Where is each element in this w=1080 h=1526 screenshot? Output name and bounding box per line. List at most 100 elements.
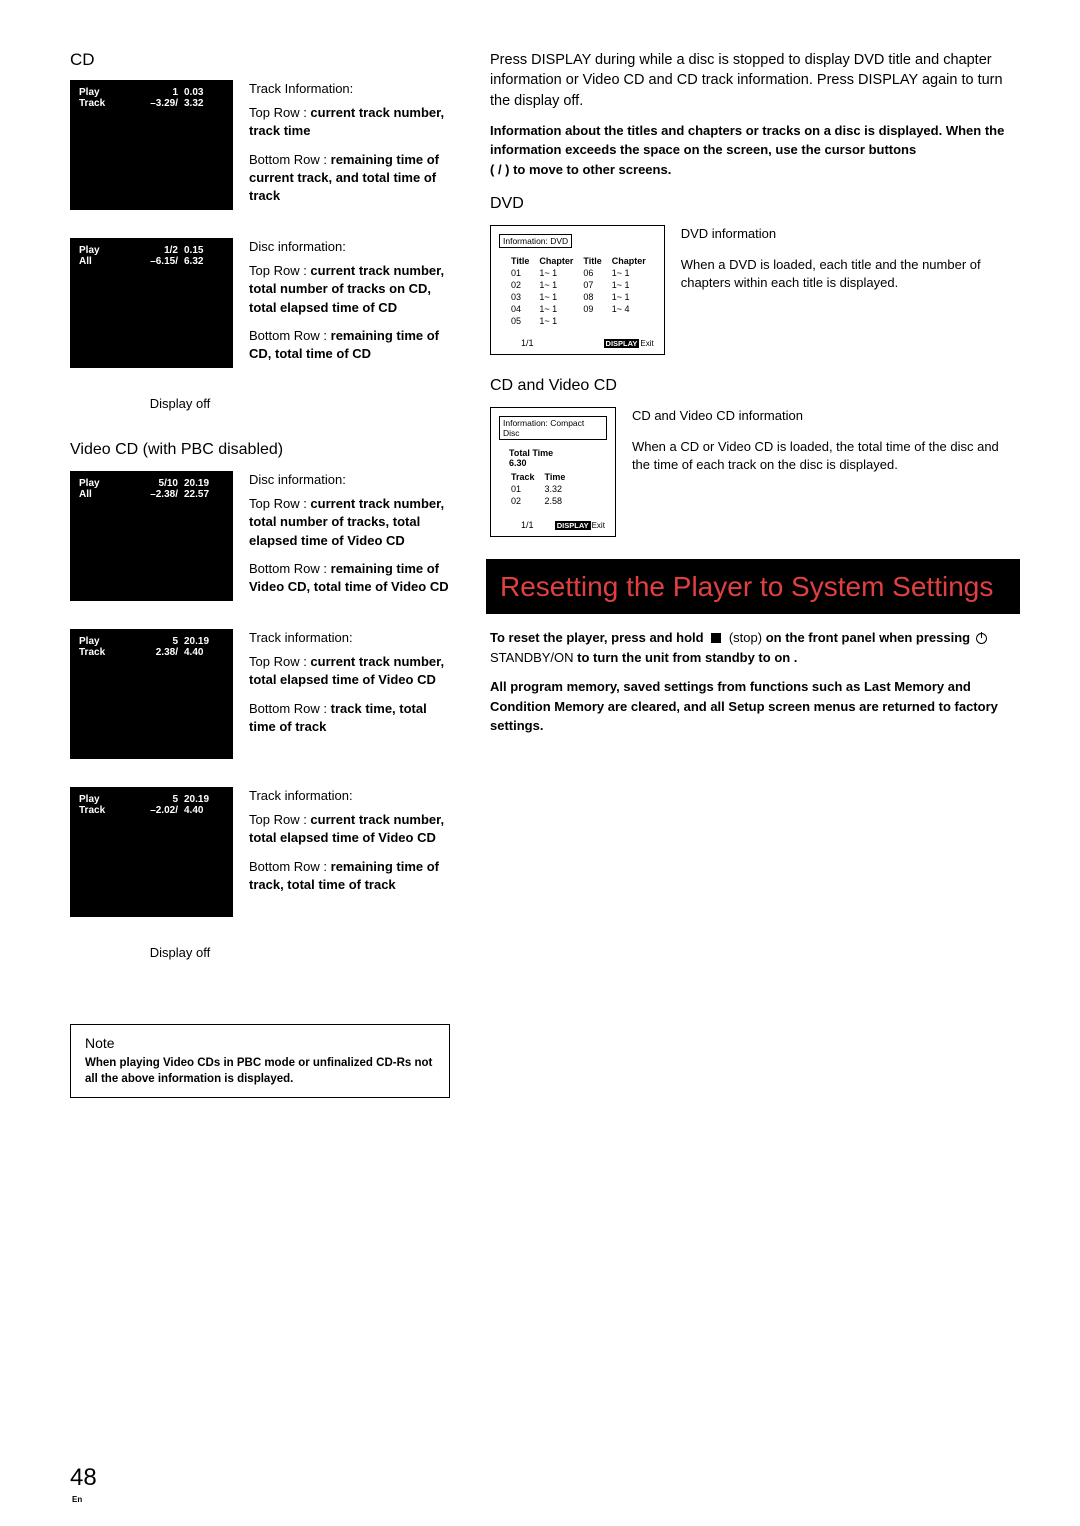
td: 05 (511, 316, 537, 326)
desc-label: Bottom Row : (249, 701, 331, 716)
reset-paragraph-1: To reset the player, press and hold (sto… (490, 628, 1020, 667)
cd-info-box: Information: Compact Disc Total Time 6.3… (490, 407, 616, 537)
desc-text: When a CD or Video CD is loaded, the tot… (632, 438, 1020, 474)
lcd-label: Track (79, 805, 129, 816)
display-off-1: Display off (130, 396, 230, 411)
lcd-vcd-disc: Play5/1020.19 All–2.38/22.57 (70, 471, 233, 601)
lcd-val: 2.38/ (129, 647, 184, 658)
left-column: CD Play10.03 Track–3.29/3.32 Track Infor… (70, 50, 450, 1098)
bold-text: Information about the titles and chapter… (490, 123, 1004, 158)
desc-label: Bottom Row : (249, 859, 331, 874)
vcd-track2-desc: Track information: Top Row : current tra… (249, 787, 450, 894)
lcd-val: 0.03 (184, 87, 224, 98)
td: 04 (511, 304, 537, 314)
lcd-val: 1/2 (129, 245, 184, 256)
cd-heading: CD (70, 50, 450, 70)
total-time-row: Total Time 6.30 (509, 448, 607, 468)
lcd-val: 22.57 (184, 489, 224, 500)
display-tag: DISPLAY (604, 339, 640, 348)
desc-title: DVD information (681, 225, 1020, 243)
total-val: 6.30 (509, 458, 527, 468)
page-number: 48 (70, 1464, 97, 1492)
cd-track-block: Play10.03 Track–3.29/3.32 Track Informat… (70, 80, 450, 216)
total-label: Total Time (509, 448, 589, 458)
lcd-vcd-track1: Play520.19 Track2.38/4.40 (70, 629, 233, 759)
bold-span: to turn the unit from standby to on . (577, 650, 797, 665)
paragraph-2: Information about the titles and chapter… (490, 121, 1020, 180)
lcd-val: 5 (129, 636, 184, 647)
th: Chapter (539, 256, 581, 266)
lcd-val: 5/10 (129, 478, 184, 489)
td: 02 (511, 280, 537, 290)
td: 01 (511, 268, 537, 278)
bold-span: on the front panel when pressing (766, 630, 974, 645)
vcd-track1-block: Play520.19 Track2.38/4.40 Track informat… (70, 629, 450, 765)
desc-label: Top Row : (249, 812, 310, 827)
reset-banner: Resetting the Player to System Settings (486, 559, 1020, 614)
standby-icon (976, 633, 987, 644)
td: 1~ 1 (539, 292, 581, 302)
vcd-track2-block: Play520.19 Track–2.02/4.40 Track informa… (70, 787, 450, 923)
cd-track-desc: Track Information: Top Row : current tra… (249, 80, 450, 205)
lcd-cd-disc: Play1/20.15 All–6.15/6.32 (70, 238, 233, 368)
info-footer: 1/1 DISPLAYExit (501, 338, 654, 348)
desc-label: Bottom Row : (249, 152, 331, 167)
exit-label: Exit (640, 339, 653, 348)
lcd-val: 20.19 (184, 794, 224, 805)
td: 07 (583, 280, 609, 290)
td: 1~ 1 (612, 268, 654, 278)
td: 1~ 4 (612, 304, 654, 314)
lcd-label: Play (79, 794, 129, 805)
td: 08 (583, 292, 609, 302)
lcd-label: Play (79, 245, 129, 256)
td: 1~ 1 (539, 280, 581, 290)
lcd-val: –3.29/ (129, 98, 184, 109)
cd-table: TrackTime 013.32 022.58 (509, 470, 576, 508)
td: 09 (583, 304, 609, 314)
lcd-vcd-track2: Play520.19 Track–2.02/4.40 (70, 787, 233, 917)
page-lang: En (72, 1495, 82, 1504)
th: Chapter (612, 256, 654, 266)
desc-title: Disc information: (249, 471, 450, 489)
paragraph-1: Press DISPLAY during while a disc is sto… (490, 50, 1020, 111)
td: 1~ 1 (539, 316, 581, 326)
lcd-val: 4.40 (184, 805, 224, 816)
td (612, 316, 654, 326)
cd-disc-desc: Disc information: Top Row : current trac… (249, 238, 450, 363)
td: 1~ 1 (612, 280, 654, 290)
desc-title: Disc information: (249, 238, 450, 256)
note-box: Note When playing Video CDs in PBC mode … (70, 1024, 450, 1098)
lcd-val: 6.32 (184, 256, 224, 267)
td: 1~ 1 (539, 304, 581, 314)
td: 03 (511, 292, 537, 302)
lcd-val: 0.15 (184, 245, 224, 256)
vcd-disc-block: Play5/1020.19 All–2.38/22.57 Disc inform… (70, 471, 450, 607)
vcd-disc-desc: Disc information: Top Row : current trac… (249, 471, 450, 596)
info-footer: 1/1 DISPLAYExit (501, 520, 605, 530)
td: 02 (511, 496, 543, 506)
lcd-label: All (79, 489, 129, 500)
lcd-val: 4.40 (184, 647, 224, 658)
td: 1~ 1 (612, 292, 654, 302)
desc-label: Top Row : (249, 105, 310, 120)
vcd-heading: Video CD (with PBC disabled) (70, 441, 450, 459)
lcd-label: Track (79, 98, 129, 109)
lcd-label: Play (79, 636, 129, 647)
desc-label: Bottom Row : (249, 328, 331, 343)
td: 2.58 (545, 496, 575, 506)
reset-paragraph-2: All program memory, saved settings from … (490, 677, 1020, 736)
lcd-val: 20.19 (184, 636, 224, 647)
desc-title: Track Information: (249, 80, 450, 98)
desc-title: Track information: (249, 629, 450, 647)
cd-info-block: Information: Compact Disc Total Time 6.3… (490, 407, 1020, 537)
desc-label: Top Row : (249, 263, 310, 278)
note-heading: Note (85, 1035, 435, 1051)
desc-title: Track information: (249, 787, 450, 805)
lcd-val: –2.38/ (129, 489, 184, 500)
display-off-2: Display off (130, 945, 230, 960)
th: Title (583, 256, 609, 266)
bold-span: To reset the player, press and hold (490, 630, 707, 645)
page-indicator: 1/1 (521, 338, 534, 348)
desc-label: Top Row : (249, 654, 310, 669)
stop-icon (711, 633, 721, 643)
